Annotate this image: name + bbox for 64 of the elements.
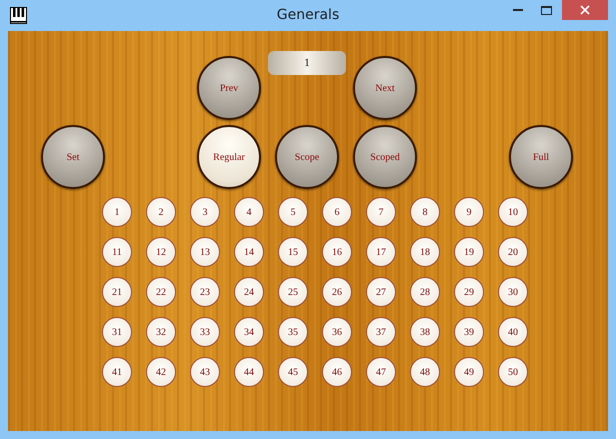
- general-button[interactable]: 39: [454, 317, 484, 347]
- general-button[interactable]: 24: [234, 277, 264, 307]
- general-button[interactable]: 20: [498, 237, 528, 267]
- general-button[interactable]: 25: [278, 277, 308, 307]
- general-button[interactable]: 26: [322, 277, 352, 307]
- mode-button[interactable]: Scoped: [353, 125, 417, 189]
- general-button[interactable]: 14: [234, 237, 264, 267]
- general-number-display: 1: [268, 51, 346, 75]
- general-button[interactable]: 19: [454, 237, 484, 267]
- general-button[interactable]: 30: [498, 277, 528, 307]
- general-button[interactable]: 34: [234, 317, 264, 347]
- general-button[interactable]: 31: [102, 317, 132, 347]
- general-button[interactable]: 40: [498, 317, 528, 347]
- general-button[interactable]: 16: [322, 237, 352, 267]
- general-button[interactable]: 10: [498, 197, 528, 227]
- general-button[interactable]: 21: [102, 277, 132, 307]
- maximize-icon: [540, 6, 552, 14]
- general-button[interactable]: 18: [410, 237, 440, 267]
- general-button[interactable]: 33: [190, 317, 220, 347]
- general-button[interactable]: 11: [102, 237, 132, 267]
- general-button[interactable]: 43: [190, 357, 220, 387]
- general-button[interactable]: 5: [278, 197, 308, 227]
- general-button[interactable]: 42: [146, 357, 176, 387]
- window-title: Generals: [276, 7, 340, 23]
- mode-button[interactable]: Regular: [197, 125, 261, 189]
- general-button[interactable]: 3: [190, 197, 220, 227]
- general-button[interactable]: 6: [322, 197, 352, 227]
- general-button[interactable]: 48: [410, 357, 440, 387]
- mode-button[interactable]: Full: [509, 125, 573, 189]
- mode-button[interactable]: Scope: [275, 125, 339, 189]
- general-button[interactable]: 41: [102, 357, 132, 387]
- mode-button[interactable]: Set: [41, 125, 105, 189]
- prev-button[interactable]: Prev: [197, 56, 261, 120]
- general-button[interactable]: 2: [146, 197, 176, 227]
- general-button[interactable]: 13: [190, 237, 220, 267]
- next-button[interactable]: Next: [353, 56, 417, 120]
- piano-keys-icon: [10, 7, 27, 24]
- general-button[interactable]: 35: [278, 317, 308, 347]
- general-button[interactable]: 22: [146, 277, 176, 307]
- general-button[interactable]: 17: [366, 237, 396, 267]
- general-button[interactable]: 27: [366, 277, 396, 307]
- general-button[interactable]: 49: [454, 357, 484, 387]
- general-button[interactable]: 12: [146, 237, 176, 267]
- general-button[interactable]: 46: [322, 357, 352, 387]
- close-button[interactable]: [562, 0, 608, 20]
- general-button[interactable]: 50: [498, 357, 528, 387]
- general-button[interactable]: 28: [410, 277, 440, 307]
- general-button[interactable]: 9: [454, 197, 484, 227]
- general-button[interactable]: 38: [410, 317, 440, 347]
- general-button[interactable]: 47: [366, 357, 396, 387]
- general-button[interactable]: 7: [366, 197, 396, 227]
- general-button[interactable]: 4: [234, 197, 264, 227]
- general-button[interactable]: 44: [234, 357, 264, 387]
- close-icon: [580, 5, 590, 15]
- general-button[interactable]: 37: [366, 317, 396, 347]
- general-button[interactable]: 29: [454, 277, 484, 307]
- general-button[interactable]: 36: [322, 317, 352, 347]
- general-button[interactable]: 1: [102, 197, 132, 227]
- minimize-icon: [513, 8, 523, 12]
- general-button[interactable]: 23: [190, 277, 220, 307]
- general-button[interactable]: 15: [278, 237, 308, 267]
- general-button[interactable]: 45: [278, 357, 308, 387]
- general-button[interactable]: 32: [146, 317, 176, 347]
- general-button[interactable]: 8: [410, 197, 440, 227]
